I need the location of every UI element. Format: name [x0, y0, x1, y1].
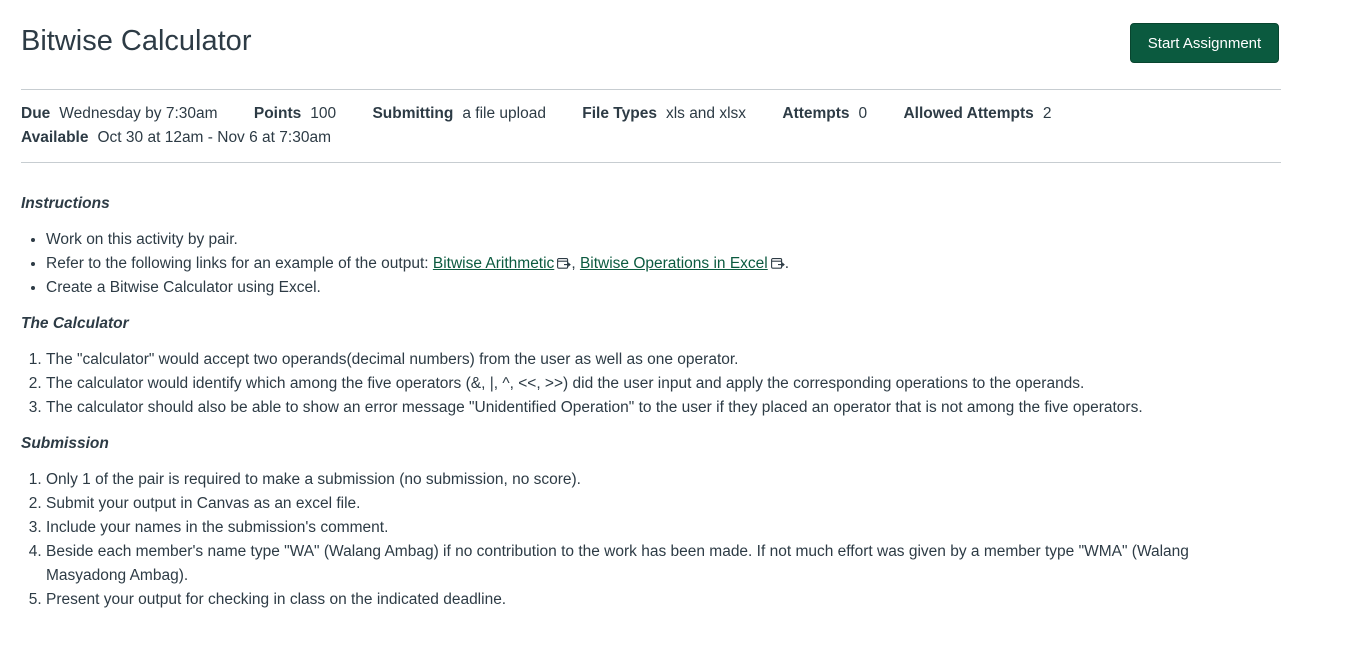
available-label: Available — [21, 129, 89, 146]
list-item: Create a Bitwise Calculator using Excel. — [46, 276, 1251, 300]
file-types-value: xls and xlsx — [665, 105, 747, 122]
points-value: 100 — [310, 105, 337, 122]
points-label: Points — [253, 105, 302, 122]
list-item-text: Refer to the following links for an exam… — [46, 255, 433, 272]
divider — [21, 89, 1281, 90]
list-item: The "calculator" would accept two operan… — [46, 348, 1251, 372]
page-title: Bitwise Calculator — [21, 25, 252, 57]
bitwise-arithmetic-link[interactable]: Bitwise Arithmetic — [433, 255, 554, 272]
calculator-heading: The Calculator — [21, 315, 129, 332]
external-link-icon — [557, 258, 572, 269]
divider — [21, 162, 1281, 163]
due-label: Due — [21, 105, 51, 122]
list-item: Include your names in the submission's c… — [46, 516, 1251, 540]
allowed-attempts-detail: Allowed Attempts 2 — [903, 102, 1051, 126]
list-item: Work on this activity by pair. — [46, 228, 1251, 252]
calculator-list: The "calculator" would accept two operan… — [21, 348, 1251, 420]
external-link-icon — [770, 258, 785, 269]
attempts-label: Attempts — [782, 105, 850, 122]
list-item: Refer to the following links for an exam… — [46, 252, 1251, 276]
start-assignment-button[interactable]: Start Assignment — [1130, 23, 1279, 63]
instructions-list: Work on this activity by pair. Refer to … — [21, 228, 1251, 300]
due-value: Wednesday by 7:30am — [59, 105, 218, 122]
file-types-detail: File Types xls and xlsx — [582, 102, 746, 126]
list-item: Only 1 of the pair is required to make a… — [46, 468, 1251, 492]
due-detail: Due Wednesday by 7:30am — [21, 102, 218, 126]
assignment-details: Due Wednesday by 7:30am Points 100 Submitt… — [21, 102, 1083, 150]
submitting-value: a file upload — [462, 105, 546, 122]
details-row: Due Wednesday by 7:30am Points 100 Submitt… — [21, 102, 1083, 126]
assignment-description: Instructions Work on this activity by pa… — [21, 192, 1251, 624]
period: . — [784, 255, 790, 272]
available-detail: Available Oct 30 at 12am - Nov 6 at 7:30a… — [21, 126, 331, 150]
list-item: Beside each member's name type "WA" (Wal… — [46, 540, 1251, 588]
list-item: The calculator would identify which amon… — [46, 372, 1251, 396]
submission-heading: Submission — [21, 435, 109, 452]
details-row: Available Oct 30 at 12am - Nov 6 at 7:30a… — [21, 126, 1083, 150]
submitting-label: Submitting — [372, 105, 454, 122]
instructions-heading: Instructions — [21, 195, 110, 212]
list-item: The calculator should also be able to sh… — [46, 396, 1251, 420]
allowed-attempts-label: Allowed Attempts — [903, 105, 1034, 122]
bitwise-operations-excel-link[interactable]: Bitwise Operations in Excel — [580, 255, 768, 272]
available-value: Oct 30 at 12am - Nov 6 at 7:30am — [97, 129, 331, 146]
file-types-label: File Types — [582, 105, 657, 122]
separator: , — [571, 255, 580, 272]
submitting-detail: Submitting a file upload — [372, 102, 546, 126]
list-item: Submit your output in Canvas as an excel… — [46, 492, 1251, 516]
submission-list: Only 1 of the pair is required to make a… — [21, 468, 1251, 612]
list-item: Present your output for checking in clas… — [46, 588, 1251, 612]
attempts-detail: Attempts 0 — [782, 102, 867, 126]
points-detail: Points 100 — [254, 102, 336, 126]
attempts-value: 0 — [858, 105, 868, 122]
assignment-page: Bitwise Calculator Start Assignment Due W… — [0, 0, 1350, 652]
allowed-attempts-value: 2 — [1042, 105, 1052, 122]
